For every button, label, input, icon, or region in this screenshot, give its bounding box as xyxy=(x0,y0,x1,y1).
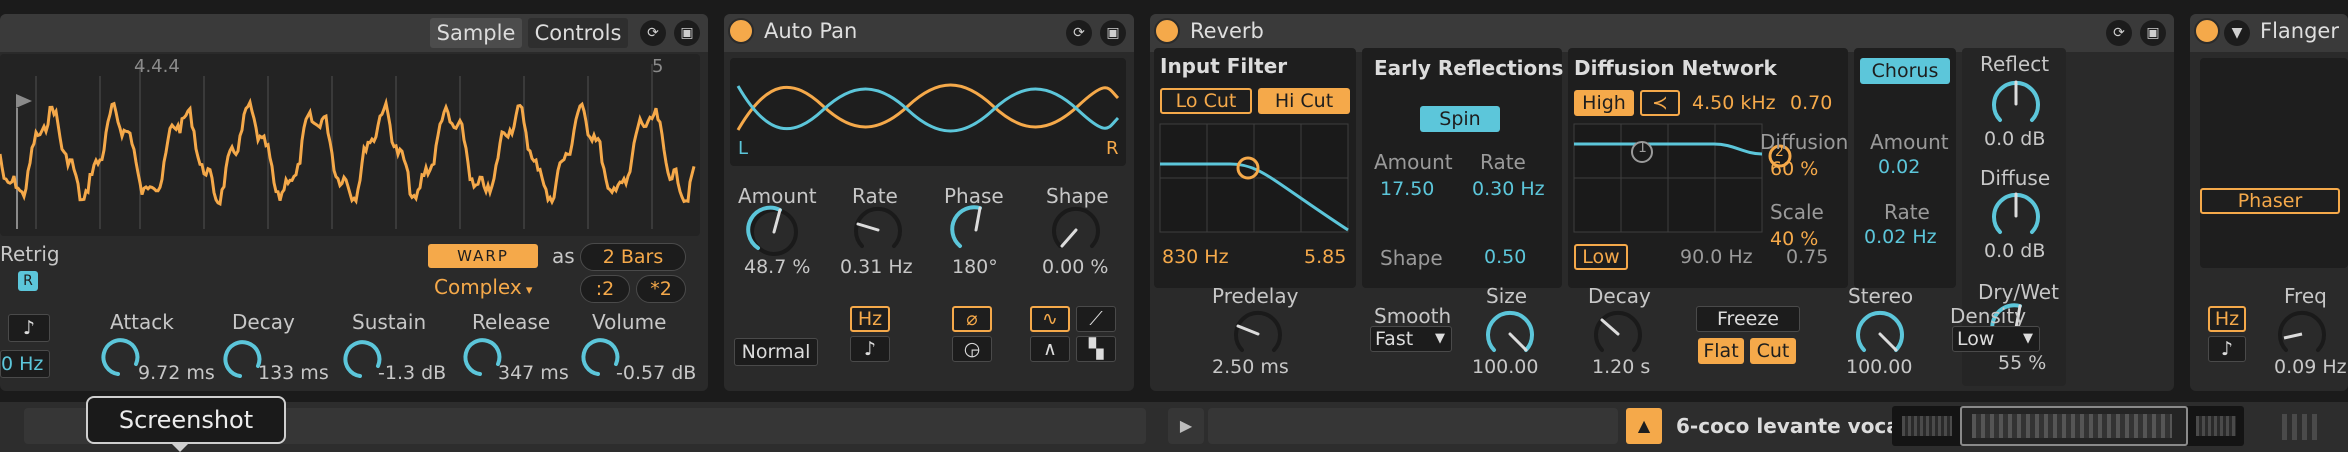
shape-knob-pointer xyxy=(1060,228,1078,248)
tooltip-arrow xyxy=(170,442,190,452)
phase-invert-icon: ⌀ xyxy=(966,308,978,330)
expand-button[interactable]: ▲ xyxy=(1626,408,1662,444)
predelay-knob[interactable] xyxy=(1234,310,1282,352)
size-knob[interactable] xyxy=(1486,310,1534,352)
autopan-device: Auto Pan ⟳ ▣ L R Amount 48.7 % Rate 0.31… xyxy=(724,14,1134,391)
stereo-knob[interactable] xyxy=(1856,310,1904,352)
device-chain: { "sample":{"tab_sample":"Sample","tab_c… xyxy=(0,0,2348,452)
normal-mode-dropdown[interactable]: Normal xyxy=(734,338,818,366)
sustain-knob[interactable] xyxy=(343,340,382,378)
play-button[interactable]: ▶ xyxy=(1168,408,1204,444)
tooltip: Screenshot xyxy=(86,396,286,444)
freq-knob[interactable] xyxy=(2278,310,2326,352)
phase-invert-button[interactable]: ⌀ xyxy=(952,306,992,332)
decay-knob[interactable] xyxy=(223,340,262,378)
saw-wave-icon: ⟋ xyxy=(1089,308,1103,330)
hz-button[interactable]: Hz xyxy=(850,306,890,332)
spin-icon: ◶ xyxy=(963,338,981,360)
rate-knob[interactable] xyxy=(854,206,902,248)
random-wave-button[interactable]: ▚ xyxy=(1076,336,1116,362)
decay-knob[interactable] xyxy=(1594,310,1642,352)
simpler-device: Sample Controls ⟳ ▣ 4.4.4 5 Retrig R WAR… xyxy=(0,14,708,391)
play-icon: ▶ xyxy=(1179,416,1193,435)
attack-knob[interactable] xyxy=(101,338,140,376)
overview-thumb-3 xyxy=(2196,416,2236,436)
chevron-down-icon: ▼ xyxy=(2023,331,2033,346)
volume-knob[interactable] xyxy=(581,338,620,376)
shape-knob[interactable] xyxy=(1052,206,1100,248)
amount-knob-pointer xyxy=(772,208,782,234)
autopan-knobs xyxy=(746,205,1100,256)
adsr-knobs xyxy=(101,338,620,378)
phase-knob-pointer xyxy=(974,206,982,232)
clip-name[interactable]: 6-coco levante vocal xyxy=(1676,414,1907,438)
density-value: Low xyxy=(1957,328,1995,350)
tooltip-text: Screenshot xyxy=(118,406,254,434)
density-dropdown[interactable]: Low ▼ xyxy=(1952,326,2040,352)
spin-mode-button[interactable]: ◶ xyxy=(952,336,992,362)
triangle-wave-button[interactable]: ∧ xyxy=(1030,336,1070,362)
overview-thumb-1 xyxy=(1902,416,1952,436)
device-overview-strip[interactable] xyxy=(1892,406,2244,446)
random-wave-icon: ▚ xyxy=(1088,338,1104,360)
flanger-device: ▼ Flanger Phaser Hz ♪ Freq 0.09 Hz xyxy=(2190,14,2348,391)
clip-field xyxy=(1208,408,1618,444)
flanger-knob xyxy=(2278,310,2326,352)
meter-icon xyxy=(2282,414,2322,440)
overview-thumb-2 xyxy=(1972,414,2172,438)
sine-wave-icon: ∿ xyxy=(1042,308,1058,330)
note-button[interactable]: ♪ xyxy=(850,336,890,362)
arrow-up-icon: ▲ xyxy=(1637,416,1651,435)
release-knob[interactable] xyxy=(463,338,502,376)
sine-wave-button[interactable]: ∿ xyxy=(1030,306,1070,332)
rate-knob-pointer xyxy=(856,222,880,232)
triangle-wave-icon: ∧ xyxy=(1043,338,1057,360)
saw-wave-button[interactable]: ⟋ xyxy=(1076,306,1116,332)
